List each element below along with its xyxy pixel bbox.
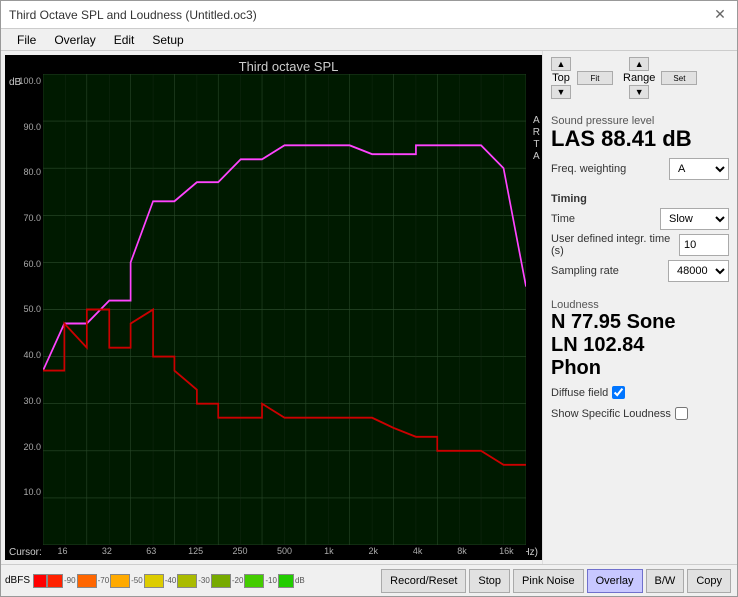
diffuse-field-row: Diffuse field bbox=[551, 386, 729, 399]
top-down-button[interactable]: ▼ bbox=[551, 85, 571, 99]
copy-button[interactable]: Copy bbox=[687, 569, 731, 593]
top-label: Top bbox=[552, 72, 570, 84]
x-axis-labels: 16 32 63 125 250 500 1k 2k 4k 8k 16k bbox=[43, 545, 526, 557]
window-title: Third Octave SPL and Loudness (Untitled.… bbox=[9, 8, 257, 22]
show-specific-row: Show Specific Loudness bbox=[551, 407, 729, 420]
record-reset-button[interactable]: Record/Reset bbox=[381, 569, 466, 593]
dbfs-meter-section: dBFS -90 -70 -50 -40 -30 -20 -10 dB bbox=[1, 573, 310, 589]
timing-label: Timing bbox=[551, 193, 729, 205]
chart-plot-area: 16 32 63 125 250 500 1k 2k 4k 8k 16k bbox=[43, 74, 526, 545]
spl-section: Sound pressure level LAS 88.41 dB bbox=[551, 111, 729, 151]
chart-svg-container: 100.0 90.0 80.0 70.0 60.0 50.0 40.0 30.0… bbox=[5, 74, 526, 545]
range-up-button[interactable]: ▲ bbox=[629, 57, 649, 71]
y-axis-label: dB bbox=[9, 77, 21, 88]
time-row: Time Slow Fast Impulse bbox=[551, 208, 729, 230]
range-control-group: ▲ Range ▼ bbox=[623, 57, 655, 99]
timing-section: Timing Time Slow Fast Impulse User defin… bbox=[551, 193, 729, 285]
freq-weighting-label: Freq. weighting bbox=[551, 163, 626, 175]
ln-value: LN 102.84 bbox=[551, 334, 729, 357]
arta-label: A R T A bbox=[533, 115, 540, 163]
menu-overlay[interactable]: Overlay bbox=[46, 31, 103, 49]
dbfs-label: dBFS bbox=[5, 575, 30, 586]
diffuse-field-checkbox[interactable] bbox=[612, 386, 625, 399]
n-value: N 77.95 Sone bbox=[551, 311, 729, 334]
main-content: Third octave SPL dB A R T A 100.0 90.0 8… bbox=[1, 51, 737, 564]
meter-seg-7 bbox=[244, 574, 264, 588]
show-specific-checkbox[interactable] bbox=[675, 407, 688, 420]
menu-setup[interactable]: Setup bbox=[144, 31, 191, 49]
freq-weighting-select[interactable]: A B C bbox=[669, 158, 729, 180]
user-integr-input[interactable] bbox=[679, 234, 729, 256]
level-meter: -90 -70 -50 -40 -30 -20 -10 dB bbox=[33, 573, 306, 589]
loudness-section: Loudness N 77.95 Sone LN 102.84 Phon bbox=[551, 295, 729, 380]
fit-control-group: Fit bbox=[577, 71, 613, 85]
sampling-rate-select[interactable]: 48000 44100 96000 bbox=[668, 260, 729, 282]
sampling-rate-label: Sampling rate bbox=[551, 265, 619, 277]
meter-seg-8 bbox=[278, 574, 294, 588]
meter-seg-3 bbox=[110, 574, 130, 588]
title-bar: Third Octave SPL and Loudness (Untitled.… bbox=[1, 1, 737, 29]
meter-seg-2 bbox=[77, 574, 97, 588]
user-integr-row: User defined integr. time (s) bbox=[551, 233, 729, 257]
meter-seg-4 bbox=[144, 574, 164, 588]
top-control-group: ▲ Top ▼ bbox=[551, 57, 571, 99]
freq-weighting-row: Freq. weighting A B C bbox=[551, 158, 729, 180]
sidebar: ▲ Top ▼ Fit ▲ Range ▼ Set Sound bbox=[542, 51, 737, 564]
loudness-label: Loudness bbox=[551, 299, 729, 311]
main-window: Third Octave SPL and Loudness (Untitled.… bbox=[0, 0, 738, 597]
close-button[interactable]: ✕ bbox=[711, 6, 729, 24]
sampling-rate-row: Sampling rate 48000 44100 96000 bbox=[551, 260, 729, 282]
phon-value: Phon bbox=[551, 357, 729, 380]
range-down-button[interactable]: ▼ bbox=[629, 85, 649, 99]
top-up-button[interactable]: ▲ bbox=[551, 57, 571, 71]
set-button[interactable]: Set bbox=[661, 71, 697, 85]
y-axis-ticks: 100.0 90.0 80.0 70.0 60.0 50.0 40.0 30.0… bbox=[5, 74, 43, 545]
meter-seg-0 bbox=[33, 574, 47, 588]
set-control-group: Set bbox=[661, 71, 697, 85]
meter-seg-5 bbox=[177, 574, 197, 588]
menu-file[interactable]: File bbox=[9, 31, 44, 49]
time-label: Time bbox=[551, 213, 575, 225]
menu-bar: File Overlay Edit Setup bbox=[1, 29, 737, 51]
meter-seg-1 bbox=[47, 574, 63, 588]
meter-seg-6 bbox=[211, 574, 231, 588]
spl-value: LAS 88.41 dB bbox=[551, 127, 729, 151]
range-controls: ▲ Top ▼ Fit ▲ Range ▼ Set bbox=[551, 57, 729, 99]
diffuse-field-label: Diffuse field bbox=[551, 387, 608, 399]
fit-button[interactable]: Fit bbox=[577, 71, 613, 85]
bw-button[interactable]: B/W bbox=[646, 569, 685, 593]
menu-edit[interactable]: Edit bbox=[106, 31, 143, 49]
user-integr-label: User defined integr. time (s) bbox=[551, 233, 677, 257]
chart-svg bbox=[43, 74, 526, 545]
range-label: Range bbox=[623, 72, 655, 84]
chart-title: Third octave SPL bbox=[5, 55, 542, 74]
stop-button[interactable]: Stop bbox=[469, 569, 510, 593]
overlay-button[interactable]: Overlay bbox=[587, 569, 643, 593]
pink-noise-button[interactable]: Pink Noise bbox=[513, 569, 584, 593]
bottom-bar: dBFS -90 -70 -50 -40 -30 -20 -10 dB bbox=[1, 564, 737, 596]
chart-area: Third octave SPL dB A R T A 100.0 90.0 8… bbox=[5, 55, 542, 560]
show-specific-label: Show Specific Loudness bbox=[551, 408, 671, 420]
time-select[interactable]: Slow Fast Impulse bbox=[660, 208, 729, 230]
bottom-buttons: Record/Reset Stop Pink Noise Overlay B/W… bbox=[375, 569, 737, 593]
